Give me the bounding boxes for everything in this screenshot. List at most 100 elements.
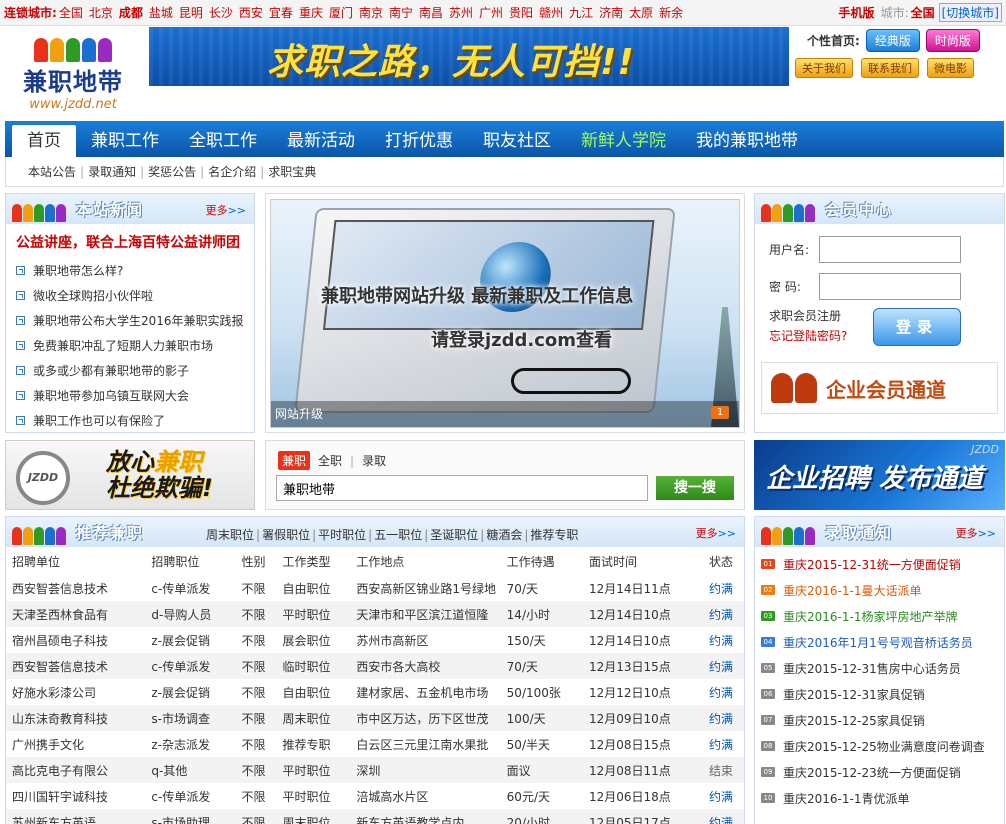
table-row[interactable]: 西安智荟信息技术 c-传单派发 不限 临时职位 西安市各大高校 70/天 12月13日15点…: [6, 653, 744, 679]
news-item[interactable]: 兼职地带公布大学生2016年兼职实践报: [16, 308, 244, 333]
city-link[interactable]: 新余: [659, 6, 683, 20]
table-cell[interactable]: z-杂志派发: [145, 731, 235, 757]
city-link[interactable]: 贵阳: [509, 6, 533, 20]
news-item[interactable]: 兼职工作也可以有保险了: [16, 408, 244, 433]
job-category-link[interactable]: 圣诞职位: [430, 528, 478, 542]
nav-item[interactable]: 打折优惠: [370, 125, 468, 157]
register-link[interactable]: 求职会员注册: [769, 306, 847, 326]
trust-ad-banner[interactable]: JZDD 放心兼职 杜绝欺骗!: [5, 440, 255, 510]
subnav-item[interactable]: 本站公告: [28, 163, 76, 180]
news-item[interactable]: 兼职地带怎么样?: [16, 258, 244, 283]
news-item[interactable]: 或多或少都有兼职地带的影子: [16, 358, 244, 383]
city-link[interactable]: 南京: [359, 6, 383, 20]
nav-item[interactable]: 我的兼职地带: [681, 125, 813, 157]
notice-item[interactable]: 10 重庆2016-1-1青优派单: [761, 785, 998, 811]
username-input[interactable]: [819, 236, 961, 263]
table-cell[interactable]: 广州携手文化: [6, 731, 145, 757]
table-cell[interactable]: z-展会促销: [145, 679, 235, 705]
site-news-more-link[interactable]: 更多>>: [206, 202, 246, 218]
table-row[interactable]: 广州携手文化 z-杂志派发 不限 推荐专职 白云区三元里江南水果批 50/半天 12月08日…: [6, 731, 744, 757]
table-row[interactable]: 苏州新东方英语 s-市场助理 不限 周末职位 新东方英语教学点内 20/小时 12月05日1…: [6, 809, 744, 824]
table-row[interactable]: 宿州昌硕电子科技 z-展会促销 不限 展会职位 苏州市高新区 150/天 12月14日10点…: [6, 627, 744, 653]
job-category-link[interactable]: 署假职位: [262, 528, 310, 542]
table-cell[interactable]: c-传单派发: [145, 783, 235, 809]
login-button[interactable]: 登录: [873, 308, 961, 346]
job-category-link[interactable]: 周末职位: [206, 528, 254, 542]
notice-item[interactable]: 04 重庆2016年1月1号号观音桥话务员: [761, 629, 998, 655]
notice-item[interactable]: 02 重庆2016-1-1曼大话派单: [761, 577, 998, 603]
city-link[interactable]: 厦门: [329, 6, 353, 20]
notice-item[interactable]: 08 重庆2015-12-25物业满意度问卷调查: [761, 733, 998, 759]
city-link[interactable]: 济南: [599, 6, 623, 20]
password-input[interactable]: [819, 273, 961, 300]
switch-city-link[interactable]: [切换城市]: [938, 3, 1002, 22]
city-link[interactable]: 成都: [119, 6, 143, 20]
city-link[interactable]: 重庆: [299, 6, 323, 20]
job-status[interactable]: 约满: [703, 731, 744, 757]
notice-item[interactable]: 03 重庆2016-1-1杨家坪房地产举牌: [761, 603, 998, 629]
news-item[interactable]: 兼职地带参加乌镇互联网大会: [16, 383, 244, 408]
jobs-more-link[interactable]: 更多>>: [696, 525, 736, 541]
table-cell[interactable]: c-传单派发: [145, 575, 235, 601]
city-link[interactable]: 宜春: [269, 6, 293, 20]
news-item[interactable]: 免费兼职冲乱了短期人力兼职市场: [16, 333, 244, 358]
table-cell[interactable]: c-传单派发: [145, 653, 236, 679]
subnav-item[interactable]: 求职宝典: [268, 163, 316, 180]
job-status[interactable]: 约满: [703, 575, 744, 601]
city-link[interactable]: 广州: [479, 6, 503, 20]
city-link[interactable]: 北京: [89, 6, 113, 20]
micro-film-button[interactable]: 微电影: [927, 58, 974, 78]
city-link[interactable]: 昆明: [179, 6, 203, 20]
city-link[interactable]: 赣州: [539, 6, 563, 20]
news-item[interactable]: 微收全球购招小伙伴啦: [16, 283, 244, 308]
search-button[interactable]: 搜一搜: [656, 476, 734, 500]
job-category-link[interactable]: 糖酒会: [486, 528, 522, 542]
table-cell[interactable]: s-市场调查: [145, 705, 236, 731]
table-cell[interactable]: 苏州新东方英语: [6, 809, 146, 824]
job-category-link[interactable]: 推荐专职: [530, 528, 578, 542]
subnav-item[interactable]: 录取通知: [88, 163, 136, 180]
city-link[interactable]: 太原: [629, 6, 653, 20]
table-cell[interactable]: q-其他: [145, 757, 236, 783]
table-cell[interactable]: d-导购人员: [145, 601, 236, 627]
city-link[interactable]: 南宁: [389, 6, 413, 20]
table-row[interactable]: 西安智荟信息技术 c-传单派发 不限 自由职位 西安高新区锦业路1号绿地 70/天 12月1…: [6, 575, 744, 601]
city-link[interactable]: 长沙: [209, 6, 233, 20]
mobile-version-link[interactable]: 手机版: [839, 4, 875, 21]
search-tab-parttime[interactable]: 兼职: [278, 451, 311, 470]
about-us-button[interactable]: 关于我们: [795, 58, 853, 78]
job-status[interactable]: 约满: [702, 601, 744, 627]
table-row[interactable]: 高比克电子有限公 q-其他 不限 平时职位 深圳 面议 12月08日11点 结束: [6, 757, 744, 783]
slideshow[interactable]: 兼职地带网站升级 最新兼职及工作信息 请登录jzdd.com查看 网站升级 1: [270, 199, 740, 428]
table-cell[interactable]: s-市场助理: [145, 809, 236, 824]
table-cell[interactable]: z-展会促销: [145, 627, 235, 653]
notice-item[interactable]: 05 重庆2015-12-31售房中心话务员: [761, 655, 998, 681]
news-headline[interactable]: 公益讲座，联合上海百特公益讲师团: [16, 232, 244, 252]
table-cell[interactable]: 好施水彩漆公司: [6, 679, 145, 705]
table-row[interactable]: 好施水彩漆公司 z-展会促销 不限 自由职位 建材家居、五金机电市场 50/100张 12月…: [6, 679, 744, 705]
city-link[interactable]: 盐城: [149, 6, 173, 20]
city-link[interactable]: 全国: [59, 6, 83, 20]
job-status[interactable]: 约满: [702, 705, 744, 731]
city-link[interactable]: 九江: [569, 6, 593, 20]
search-input[interactable]: [276, 475, 648, 501]
notice-item[interactable]: 01 重庆2015-12-31统一方便面促销: [761, 551, 998, 577]
table-cell[interactable]: 四川国轩宇诚科技: [6, 783, 145, 809]
city-link[interactable]: 苏州: [449, 6, 473, 20]
job-status[interactable]: 约满: [703, 783, 744, 809]
subnav-item[interactable]: 名企介绍: [208, 163, 256, 180]
site-logo[interactable]: 兼职地带 www.jzdd.net: [12, 32, 134, 114]
nav-item[interactable]: 全职工作: [174, 125, 272, 157]
table-row[interactable]: 四川国轩宇诚科技 c-传单派发 不限 平时职位 涪城高水片区 60元/天 12月06日18点…: [6, 783, 744, 809]
table-cell[interactable]: 西安智荟信息技术: [6, 575, 145, 601]
job-status[interactable]: 结束: [702, 757, 744, 783]
notice-item[interactable]: 06 重庆2015-12-31家具促销: [761, 681, 998, 707]
table-cell[interactable]: 西安智荟信息技术: [6, 653, 146, 679]
notice-item[interactable]: 09 重庆2015-12-23统一方便面促销: [761, 759, 998, 785]
notice-more-link[interactable]: 更多>>: [956, 525, 996, 541]
fashion-version-button[interactable]: 时尚版: [925, 29, 980, 52]
subnav-item[interactable]: 奖惩公告: [148, 163, 196, 180]
table-cell[interactable]: 天津圣西林食品有: [6, 601, 146, 627]
table-cell[interactable]: 宿州昌硕电子科技: [6, 627, 145, 653]
job-category-link[interactable]: 平时职位: [318, 528, 366, 542]
